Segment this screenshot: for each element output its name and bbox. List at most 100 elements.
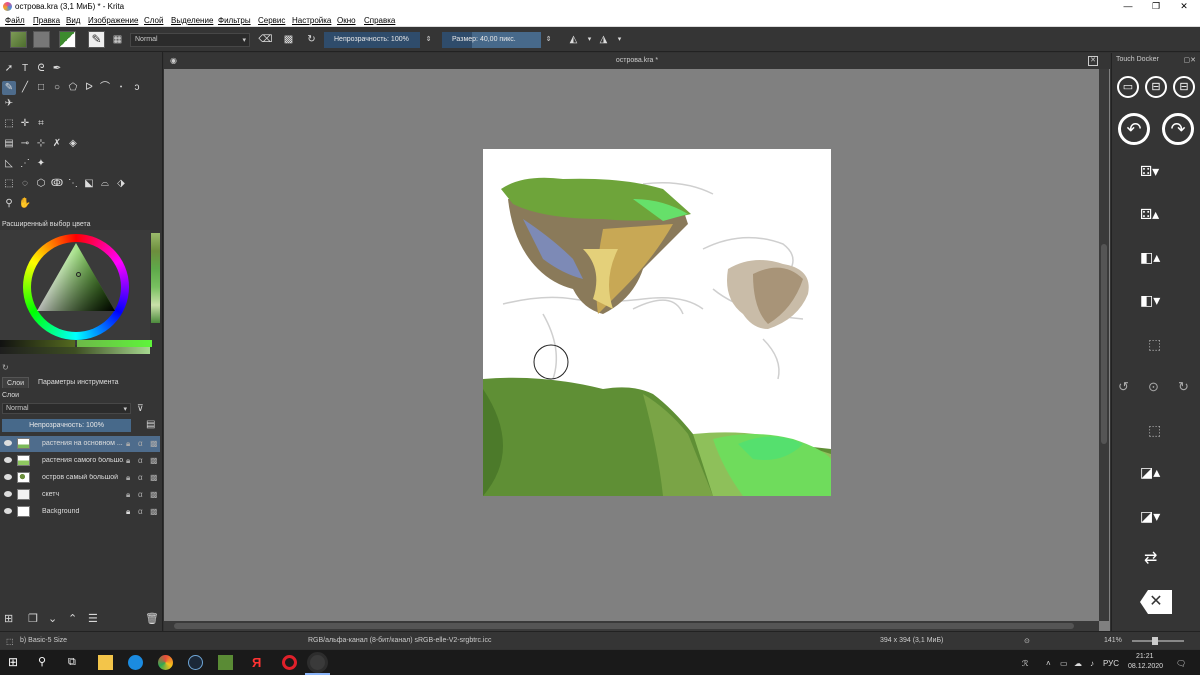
eye-icon[interactable] <box>4 440 12 446</box>
gradient-swatch[interactable] <box>10 31 27 48</box>
pattern-swatch[interactable] <box>33 31 50 48</box>
krita-taskbar-icon[interactable] <box>310 655 325 670</box>
inherit-alpha-icon[interactable]: ▩ <box>150 490 158 499</box>
move-down-icon[interactable]: ⌄ <box>48 612 57 625</box>
bezier-tool-icon[interactable]: ⌒ <box>98 81 112 95</box>
blend-mode-select[interactable]: Normal ▾ <box>130 33 250 47</box>
move-up-icon[interactable]: ⌃ <box>68 612 77 625</box>
size-stepper[interactable]: ⇕ <box>541 32 556 47</box>
pan-tool-icon[interactable]: ✋ <box>18 197 32 211</box>
gradient-tool-icon[interactable]: ▤ <box>2 137 16 151</box>
chevron-up-icon[interactable]: ˄ <box>1046 659 1051 668</box>
mirror-horizontal-icon[interactable]: ◭ <box>566 32 581 47</box>
fg-bg-color-icon[interactable] <box>59 31 76 48</box>
eraser-icon[interactable]: ⌫ <box>258 32 273 47</box>
edit-shape-tool-icon[interactable]: ᘓ <box>34 62 48 76</box>
chevron-down-icon[interactable]: ▾ <box>612 32 627 47</box>
delete-layer-icon[interactable]: 🗑︎ <box>145 612 159 625</box>
ellipse-select-tool-icon[interactable]: ◌ <box>18 177 32 191</box>
inherit-alpha-icon[interactable]: ▩ <box>150 456 158 465</box>
transform-tool-icon[interactable]: ⬚ <box>2 117 16 131</box>
close-document-icon[interactable]: ✕ <box>1088 56 1098 66</box>
rotate-left-icon[interactable]: ↺ <box>1118 379 1129 395</box>
zoom-fit-icon[interactable]: ⬚ <box>1148 422 1161 439</box>
lock-icon[interactable]: 🔒︎ <box>126 490 130 500</box>
color-shade-bar[interactable] <box>77 340 152 347</box>
minecraft-icon[interactable] <box>218 655 233 670</box>
reference-image-tool-icon[interactable]: ✦ <box>34 157 48 171</box>
color-shade-bar[interactable] <box>0 340 75 347</box>
eye-icon[interactable] <box>4 491 12 497</box>
maximize-button[interactable]: ❐ <box>1142 0 1170 13</box>
lock-icon[interactable]: 🔒︎ <box>126 507 130 517</box>
brush-size-down-icon[interactable]: ◪▾ <box>1140 508 1160 525</box>
color-history[interactable] <box>151 233 160 323</box>
layer-row[interactable]: остров самый большой 🔒︎ α ▩ <box>0 470 160 486</box>
chrome-icon[interactable] <box>158 655 173 670</box>
search-icon[interactable]: ⚲ <box>38 655 53 670</box>
layer-blend-mode-select[interactable]: Normal ▾ <box>2 403 131 414</box>
alpha-icon[interactable]: α <box>138 473 143 482</box>
network-icon[interactable]: ▭ <box>1060 659 1068 668</box>
steam-icon[interactable] <box>188 655 203 670</box>
freehand-path-tool-icon[interactable]: ꞏ <box>114 81 128 95</box>
menu-help[interactable]: Справка <box>364 16 395 25</box>
eye-icon[interactable] <box>4 457 12 463</box>
refresh-icon[interactable]: ↻ <box>2 363 9 372</box>
ellipse-tool-icon[interactable]: ○ <box>50 81 64 95</box>
minimize-button[interactable]: — <box>1114 0 1142 13</box>
docker-controls-icon[interactable]: ▢✕ <box>1184 56 1196 64</box>
clock-date[interactable]: 08.12.2020 <box>1128 663 1163 670</box>
thumbnail-toggle-icon[interactable]: ▤ <box>146 419 155 430</box>
color-picker-tool-icon[interactable]: ⊸ <box>18 137 32 151</box>
gradient-prev-icon[interactable]: ◧▴ <box>1140 249 1160 266</box>
tab-tool-options[interactable]: Параметры инструмента <box>34 377 123 388</box>
color-shade-bar[interactable] <box>0 347 150 354</box>
bezier-select-tool-icon[interactable]: ⌓ <box>98 177 112 191</box>
layer-properties-icon[interactable]: ☰ <box>88 612 98 625</box>
zoom-tool-icon[interactable]: ⚲ <box>2 197 16 211</box>
crop-tool-icon[interactable]: ⌗ <box>34 117 48 131</box>
notifications-icon[interactable]: 🗨︎ <box>1176 659 1186 668</box>
menu-window[interactable]: Окно <box>337 16 356 25</box>
layer-row[interactable]: скетч 🔒︎ α ▩ <box>0 487 160 503</box>
alpha-lock-icon[interactable]: ▩ <box>281 32 296 47</box>
swap-colors-icon[interactable]: ⇄ <box>1144 548 1157 568</box>
people-icon[interactable]: ℛ <box>1022 659 1028 668</box>
menu-layer[interactable]: Слой <box>144 16 163 25</box>
document-canvas[interactable] <box>483 149 831 496</box>
menu-edit[interactable]: Правка <box>33 16 60 25</box>
layer-row[interactable]: Background 🔒︎ α ▩ <box>0 504 160 520</box>
fit-canvas-icon[interactable]: ⬚ <box>1148 336 1161 353</box>
menu-tools[interactable]: Сервис <box>258 16 285 25</box>
lock-icon[interactable]: 🔒︎ <box>126 439 130 449</box>
grid-icon[interactable]: ▦ <box>110 32 125 47</box>
redo-icon[interactable]: ↷ <box>1162 113 1194 145</box>
move-tool-icon[interactable]: ✛ <box>18 117 32 131</box>
mirror-vertical-icon[interactable]: ◮ <box>596 32 611 47</box>
opacity-stepper[interactable]: ⇕ <box>421 32 436 47</box>
alpha-icon[interactable]: α <box>138 439 143 448</box>
brush-size-up-icon[interactable]: ◪▴ <box>1140 464 1160 481</box>
save-icon[interactable]: ⊟ <box>1145 76 1167 98</box>
menu-settings[interactable]: Настройка <box>292 16 331 25</box>
menu-select[interactable]: Выделение <box>171 16 213 25</box>
close-button[interactable]: ✕ <box>1170 0 1198 13</box>
layer-opacity-slider[interactable]: Непрозрачность: 100% <box>2 419 131 432</box>
inherit-alpha-icon[interactable]: ▩ <box>150 473 158 482</box>
alpha-icon[interactable]: α <box>138 490 143 499</box>
similar-select-tool-icon[interactable]: ⬕ <box>82 177 96 191</box>
opera-icon[interactable] <box>282 655 297 670</box>
chevron-down-icon[interactable]: ▾ <box>582 32 597 47</box>
reload-preset-icon[interactable]: ↻ <box>304 32 319 47</box>
rotate-right-icon[interactable]: ↻ <box>1178 379 1189 395</box>
inherit-alpha-icon[interactable]: ▩ <box>150 439 158 448</box>
keyboard-language[interactable]: РУС <box>1103 659 1119 668</box>
rectangle-tool-icon[interactable]: □ <box>34 81 48 95</box>
contiguous-select-tool-icon[interactable]: ⋱ <box>66 177 80 191</box>
select-shape-tool-icon[interactable]: ➚ <box>2 62 16 76</box>
size-slider[interactable]: Размер: 40,00 пикс. <box>442 32 541 48</box>
add-layer-icon[interactable]: ⊞ <box>4 612 13 625</box>
line-tool-icon[interactable]: ╱ <box>18 81 32 95</box>
polygon-tool-icon[interactable]: ⬠ <box>66 81 80 95</box>
